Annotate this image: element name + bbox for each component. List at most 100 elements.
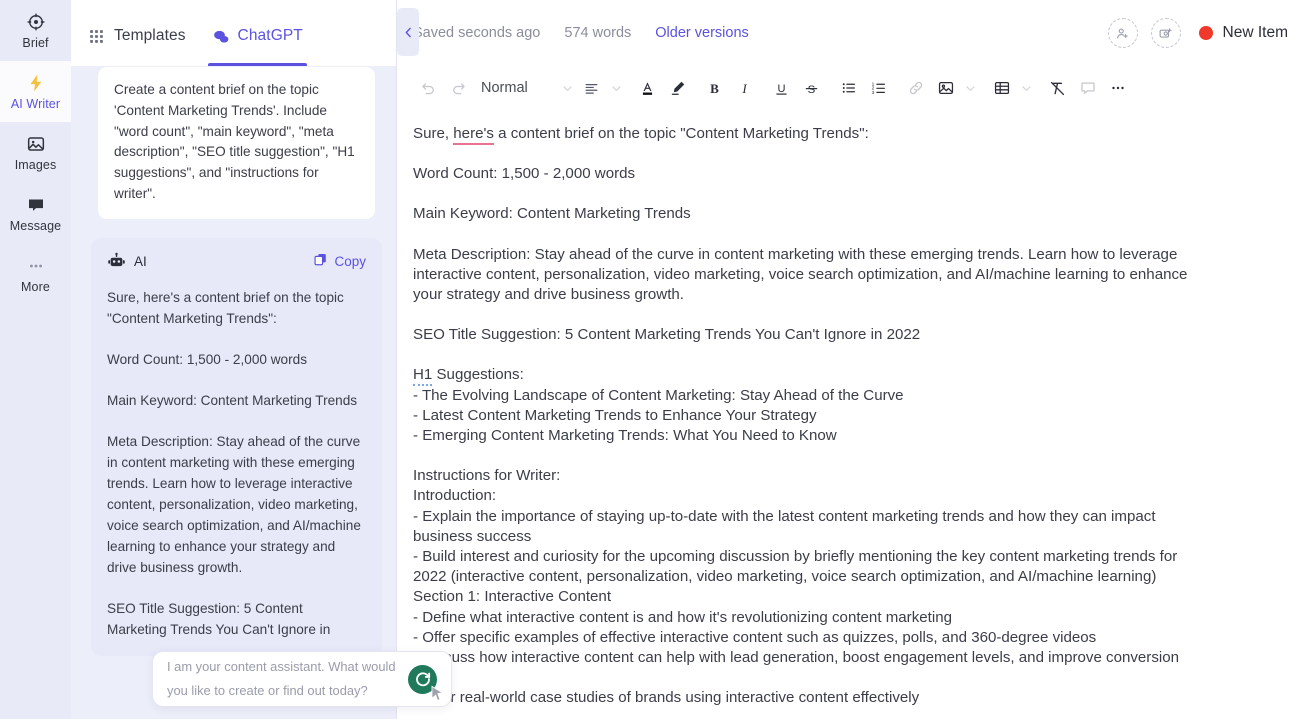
tab-chatgpt[interactable]: ChatGPT [207, 0, 308, 66]
doc-section1-item: - Discuss how interactive content can he… [413, 649, 1180, 686]
ai-message-body: Sure, here's a content brief on the topi… [107, 287, 366, 640]
chat-panel: Templates ChatGPT Create a content brief… [71, 0, 452, 719]
collapse-panel-button[interactable] [397, 8, 419, 56]
rail-item-message[interactable]: Message [0, 183, 71, 244]
underline-icon: U [776, 82, 787, 94]
rail-item-images[interactable]: Images [0, 122, 71, 183]
document-body[interactable]: Sure, here's a content brief on the topi… [397, 110, 1312, 719]
rail-item-brief[interactable]: Brief [0, 0, 71, 61]
doc-meta-description: Meta Description: Stay ahead of the curv… [413, 245, 1188, 304]
bold-icon: B [710, 80, 719, 95]
refresh-send-icon [415, 672, 430, 687]
numbered-list-button[interactable]: 1 2 3 [864, 73, 894, 103]
italic-button[interactable]: I [730, 73, 760, 103]
add-image-icon [1159, 27, 1172, 38]
doc-section1-item: - Offer specific examples of effective i… [413, 628, 1097, 646]
doc-h1-item: - Emerging Content Marketing Trends: Wha… [413, 427, 837, 445]
comment-button[interactable] [1073, 73, 1103, 103]
editor-panel: Saved seconds ago 574 words Older versio… [397, 0, 1312, 719]
ai-paragraph: SEO Title Suggestion: 5 Content Marketin… [107, 600, 331, 637]
copy-label: Copy [334, 253, 366, 269]
chat-bubbles-icon [212, 28, 229, 45]
spellcheck-word[interactable]: here's [453, 125, 494, 145]
chat-tabs: Templates ChatGPT [71, 0, 396, 66]
strikethrough-button[interactable]: S [797, 73, 827, 103]
copy-button[interactable]: Copy [313, 252, 366, 270]
clear-formatting-button[interactable] [1043, 73, 1073, 103]
user-message: Create a content brief on the topic 'Con… [97, 66, 376, 220]
highlighter-button[interactable] [663, 73, 693, 103]
strikethrough-icon: S [806, 83, 818, 95]
saved-status: Saved seconds ago [413, 25, 541, 41]
doc-h1-item: - The Evolving Landscape of Content Mark… [413, 386, 904, 404]
doc-section1-item: - Offer real-world case studies of brand… [413, 689, 920, 707]
send-button[interactable] [408, 664, 444, 701]
align-chevron[interactable] [607, 73, 626, 103]
underline-button[interactable]: U [767, 73, 797, 103]
add-person-button[interactable] [1107, 18, 1138, 48]
copy-icon [313, 252, 328, 270]
doc-instructions-heading: Instructions for Writer: [413, 467, 561, 485]
chat-composer[interactable]: I am your content assistant. What would … [152, 651, 452, 707]
bold-button[interactable]: B [700, 73, 730, 103]
highlighter-icon [671, 81, 684, 95]
rail-item-label: Message [9, 218, 62, 233]
rail-item-label: Images [14, 157, 57, 172]
target-icon [26, 12, 46, 32]
lightning-icon [26, 73, 46, 93]
undo-button[interactable] [413, 73, 443, 103]
image-icon [26, 134, 46, 154]
editor-toolbar: Normal B I U S 1 2 3 [397, 66, 1312, 110]
link-button[interactable] [901, 73, 931, 103]
svg-text:S: S [808, 83, 816, 95]
insert-image-button[interactable] [931, 73, 961, 103]
more-options-icon [1112, 86, 1124, 90]
svg-text:I: I [742, 80, 748, 95]
paragraph-style-dropdown[interactable]: Normal [481, 73, 528, 103]
comment-icon [1081, 82, 1095, 94]
chat-input-placeholder[interactable]: I am your content assistant. What would … [167, 655, 408, 703]
chevron-down-icon [966, 85, 975, 91]
doc-introduction-item: - Build interest and curiosity for the u… [413, 548, 1178, 586]
new-item-button[interactable]: New Item [1198, 24, 1288, 42]
bullet-list-button[interactable] [834, 73, 864, 103]
paragraph-style-chevron[interactable] [558, 73, 577, 103]
paragraph-style-label: Normal [481, 80, 528, 96]
chevron-down-icon [563, 85, 572, 91]
svg-text:3: 3 [871, 90, 874, 96]
image-chevron[interactable] [961, 73, 980, 103]
insert-table-button[interactable] [987, 73, 1017, 103]
chat-thread[interactable]: Create a content brief on the topic 'Con… [71, 66, 396, 719]
doc-intro-post: a content brief on the topic "Content Ma… [493, 125, 869, 142]
doc-h1-heading: H1 Suggestions: [413, 365, 1192, 387]
older-versions-link[interactable]: Older versions [655, 25, 748, 41]
left-rail: Brief AI Writer Images Message More [0, 0, 71, 719]
chevron-down-icon [1022, 85, 1031, 91]
ellipsis-icon [26, 256, 46, 276]
bullet-list-icon [842, 83, 855, 93]
grid-icon [88, 28, 105, 45]
grammar-word[interactable]: H1 [413, 366, 433, 387]
message-icon [26, 195, 46, 215]
text-color-button[interactable] [633, 73, 663, 103]
doc-seo-title: SEO Title Suggestion: 5 Content Marketin… [413, 326, 921, 344]
rail-item-label: Brief [22, 35, 49, 50]
ai-paragraph: Word Count: 1,500 - 2,000 words [107, 351, 307, 367]
add-image-button[interactable] [1150, 18, 1181, 48]
status-dot [1198, 26, 1213, 40]
rail-item-label: More [21, 279, 50, 294]
doc-word-count: Word Count: 1,500 - 2,000 words [413, 165, 636, 183]
chevron-left-icon [405, 27, 411, 37]
italic-icon: I [742, 80, 748, 95]
tab-templates[interactable]: Templates [88, 0, 186, 66]
more-options-button[interactable] [1103, 73, 1133, 103]
new-item-label: New Item [1222, 24, 1288, 41]
ai-message-header: AI Copy [107, 252, 366, 271]
table-chevron[interactable] [1017, 73, 1036, 103]
rail-item-more[interactable]: More [0, 244, 71, 305]
editor-header-actions: New Item [1107, 18, 1288, 48]
rail-item-ai-writer[interactable]: AI Writer [0, 61, 71, 122]
redo-button[interactable] [443, 73, 473, 103]
doc-intro-paragraph: Sure, here's a content brief on the topi… [413, 124, 1192, 145]
align-button[interactable] [577, 73, 607, 103]
